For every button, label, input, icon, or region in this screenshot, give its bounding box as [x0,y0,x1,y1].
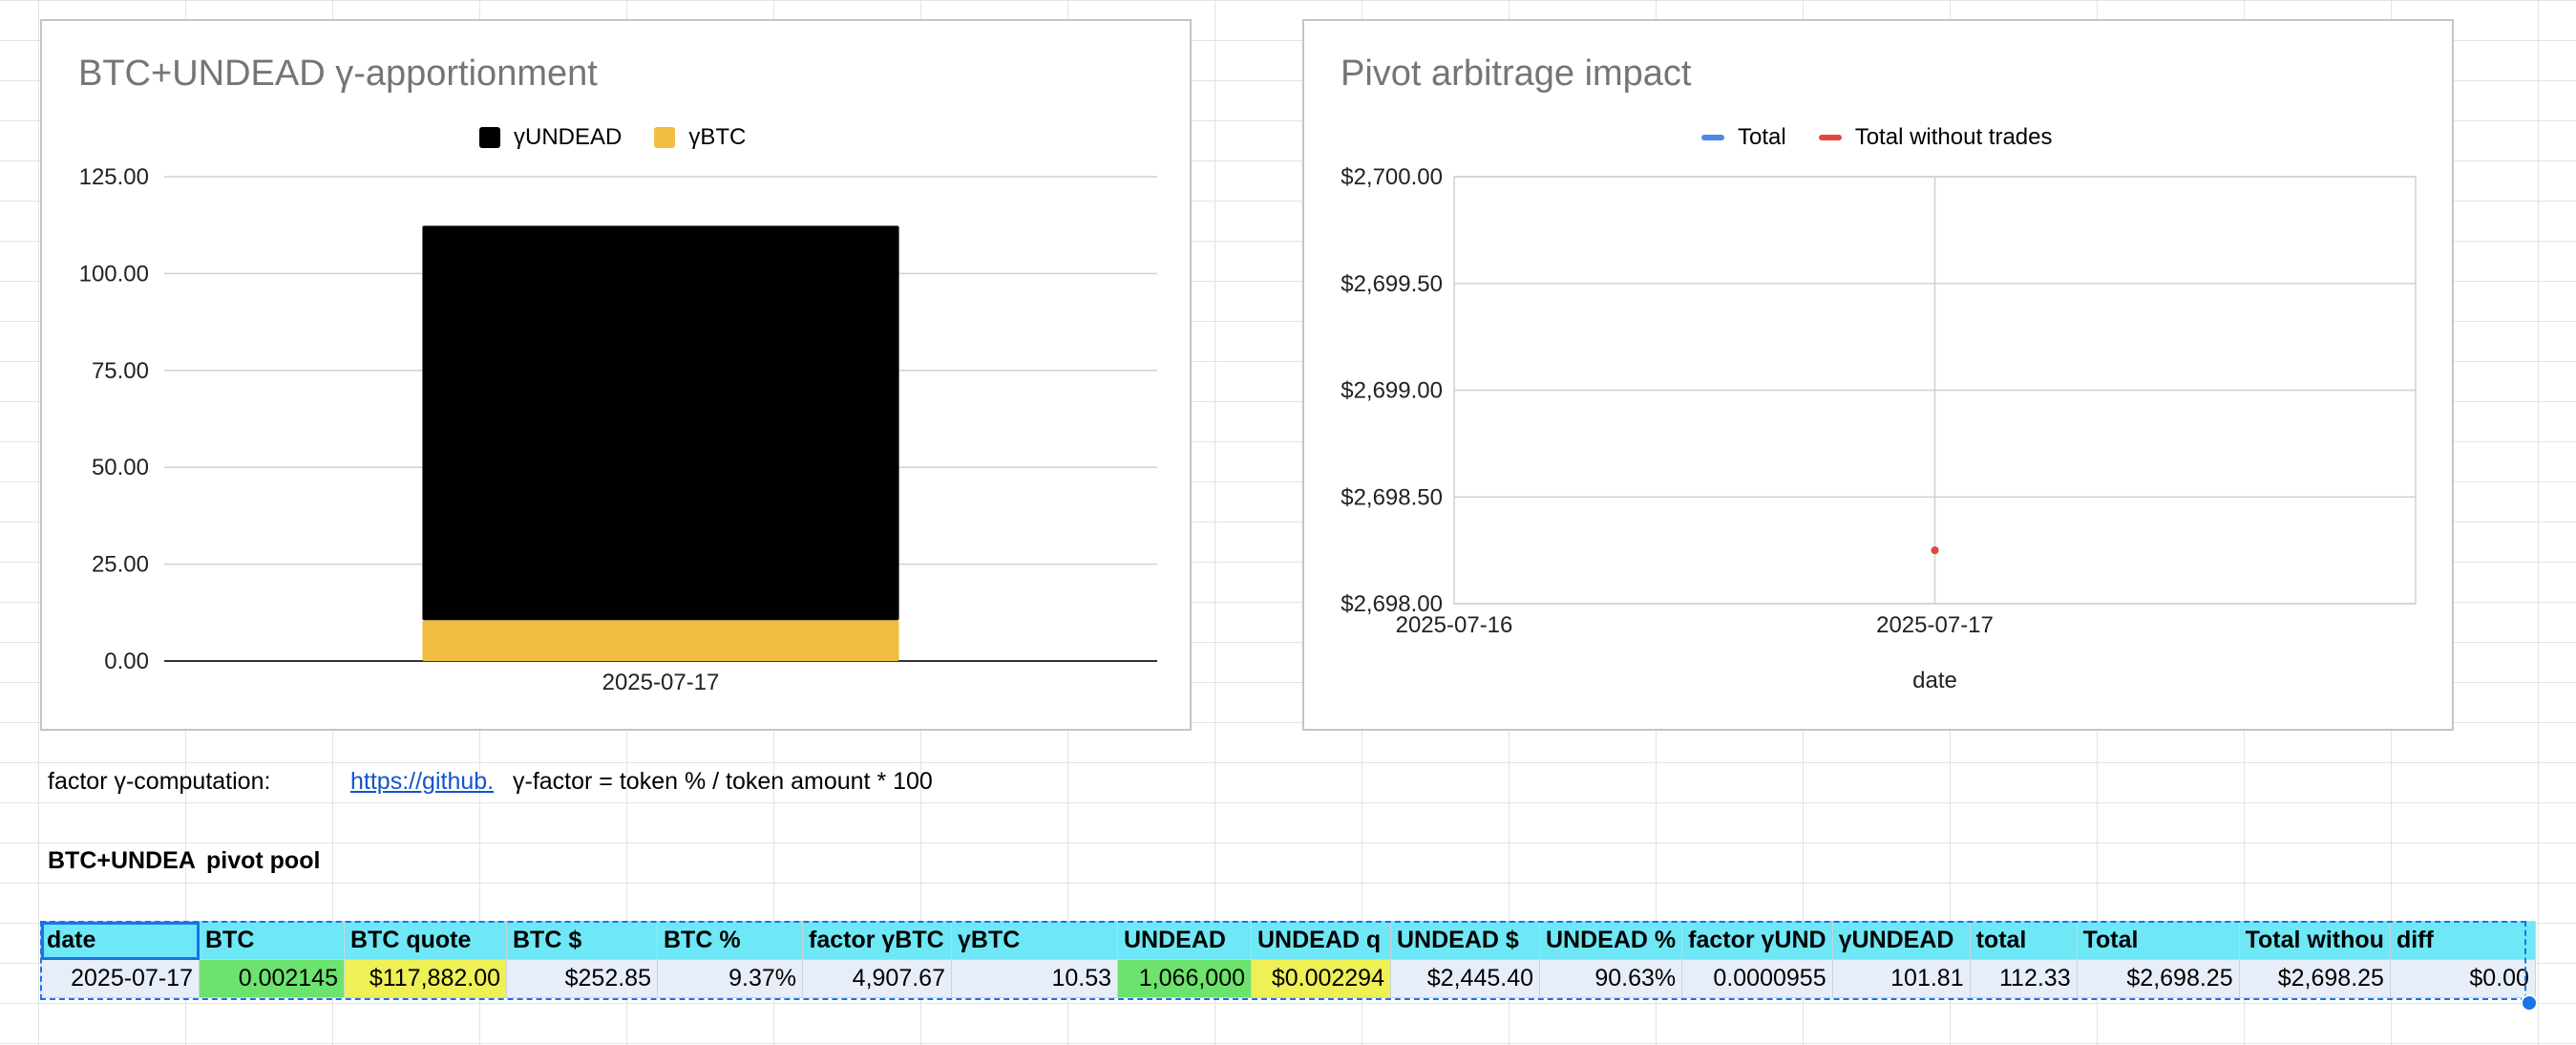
header-cell[interactable]: Total [2076,921,2240,960]
cell-diff[interactable]: $0.00 [2389,959,2536,998]
pool-subtitle: pivot pool [206,847,321,874]
cell-btc[interactable]: 0.002145 [199,959,345,998]
y-tick-label: 100.00 [79,261,149,287]
header-cell[interactable]: total [1969,921,2078,960]
factor-link[interactable]: https://github. [350,768,494,795]
cell-undead[interactable]: 1,066,000 [1117,959,1252,998]
data-point [1931,546,1939,555]
bar-segment [422,620,899,661]
header-cell[interactable]: UNDEAD q [1251,921,1391,960]
cell-undead-quote[interactable]: $0.002294 [1251,959,1391,998]
x-tick-label: 2025-07-17 [602,670,720,695]
apportionment-chart[interactable]: BTC+UNDEAD γ-apportionment γUNDEAD γBTC … [40,19,1192,731]
x-tick-label: 2025-07-17 [1876,612,1994,638]
cell-undead-usd[interactable]: $2,445.40 [1390,959,1540,998]
header-cell[interactable]: factor γUND [1681,921,1833,960]
cell-total[interactable]: $2,698.25 [2076,959,2240,998]
factor-formula: γ-factor = token % / token amount * 100 [513,768,933,795]
header-cell[interactable]: γUNDEAD [1831,921,1971,960]
header-cell[interactable]: UNDEAD $ [1390,921,1540,960]
y-tick-label: 25.00 [92,552,149,578]
header-cell[interactable]: Total withou [2238,921,2391,960]
y-tick-label: $2,698.50 [1341,484,1443,510]
header-cell[interactable]: UNDEAD [1117,921,1252,960]
cell-date[interactable]: 2025-07-17 [40,959,200,998]
header-cell[interactable]: BTC % [657,921,803,960]
cell-factor-gbtc[interactable]: 4,907.67 [802,959,952,998]
header-cell[interactable]: UNDEAD % [1538,921,1683,960]
cell-btc-quote[interactable]: $117,882.00 [344,959,507,998]
header-cell[interactable]: BTC [199,921,345,960]
cell-gundead[interactable]: 101.81 [1831,959,1971,998]
header-cell[interactable]: factor γBTC [802,921,952,960]
table-row: 2025-07-17 0.002145 $117,882.00 $252.85 … [40,959,2536,998]
y-tick-label: 75.00 [92,358,149,384]
y-tick-label: $2,700.00 [1341,164,1443,190]
cell-btc-usd[interactable]: $252.85 [506,959,658,998]
y-tick-label: 0.00 [104,649,149,674]
factor-label: factor γ-computation: [48,768,271,795]
cell-factor-gundead[interactable]: 0.0000955 [1681,959,1833,998]
x-axis-title: date [1912,668,1957,693]
cell-undead-pct[interactable]: 90.63% [1538,959,1683,998]
table-header-row: date BTC BTC quote BTC $ BTC % factor γB… [40,921,2536,960]
header-cell[interactable]: BTC quote [344,921,507,960]
header-cell[interactable]: diff [2389,921,2536,960]
apportionment-plot: 0.00 25.00 50.00 75.00 100.00 125.00 2025-07-1… [79,164,1157,695]
header-cell[interactable]: date [40,921,200,960]
cell-btc-pct[interactable]: 9.37% [657,959,803,998]
y-tick-label: 50.00 [92,455,149,480]
cell-gbtc[interactable]: 10.53 [951,959,1118,998]
header-cell[interactable]: BTC $ [506,921,658,960]
fill-handle[interactable] [2521,994,2538,1012]
x-tick-label: 2025-07-16 [1396,612,1513,638]
y-tick-label: $2,699.50 [1341,271,1443,297]
pool-title: BTC+UNDEA [48,847,196,874]
y-tick-label: 125.00 [79,164,149,190]
arbitrage-plot: $2,698.00$2,698.50$2,699.00$2,699.50$2,7… [1341,164,2417,693]
header-cell[interactable]: γBTC [951,921,1118,960]
pool-table: date BTC BTC quote BTC $ BTC % factor γB… [40,921,2536,998]
arbitrage-chart[interactable]: Pivot arbitrage impact Total Total witho… [1302,19,2454,731]
y-tick-label: $2,699.00 [1341,378,1443,404]
cell-total-gamma[interactable]: 112.33 [1969,959,2078,998]
cell-total-without[interactable]: $2,698.25 [2238,959,2391,998]
bar-segment [422,225,899,621]
